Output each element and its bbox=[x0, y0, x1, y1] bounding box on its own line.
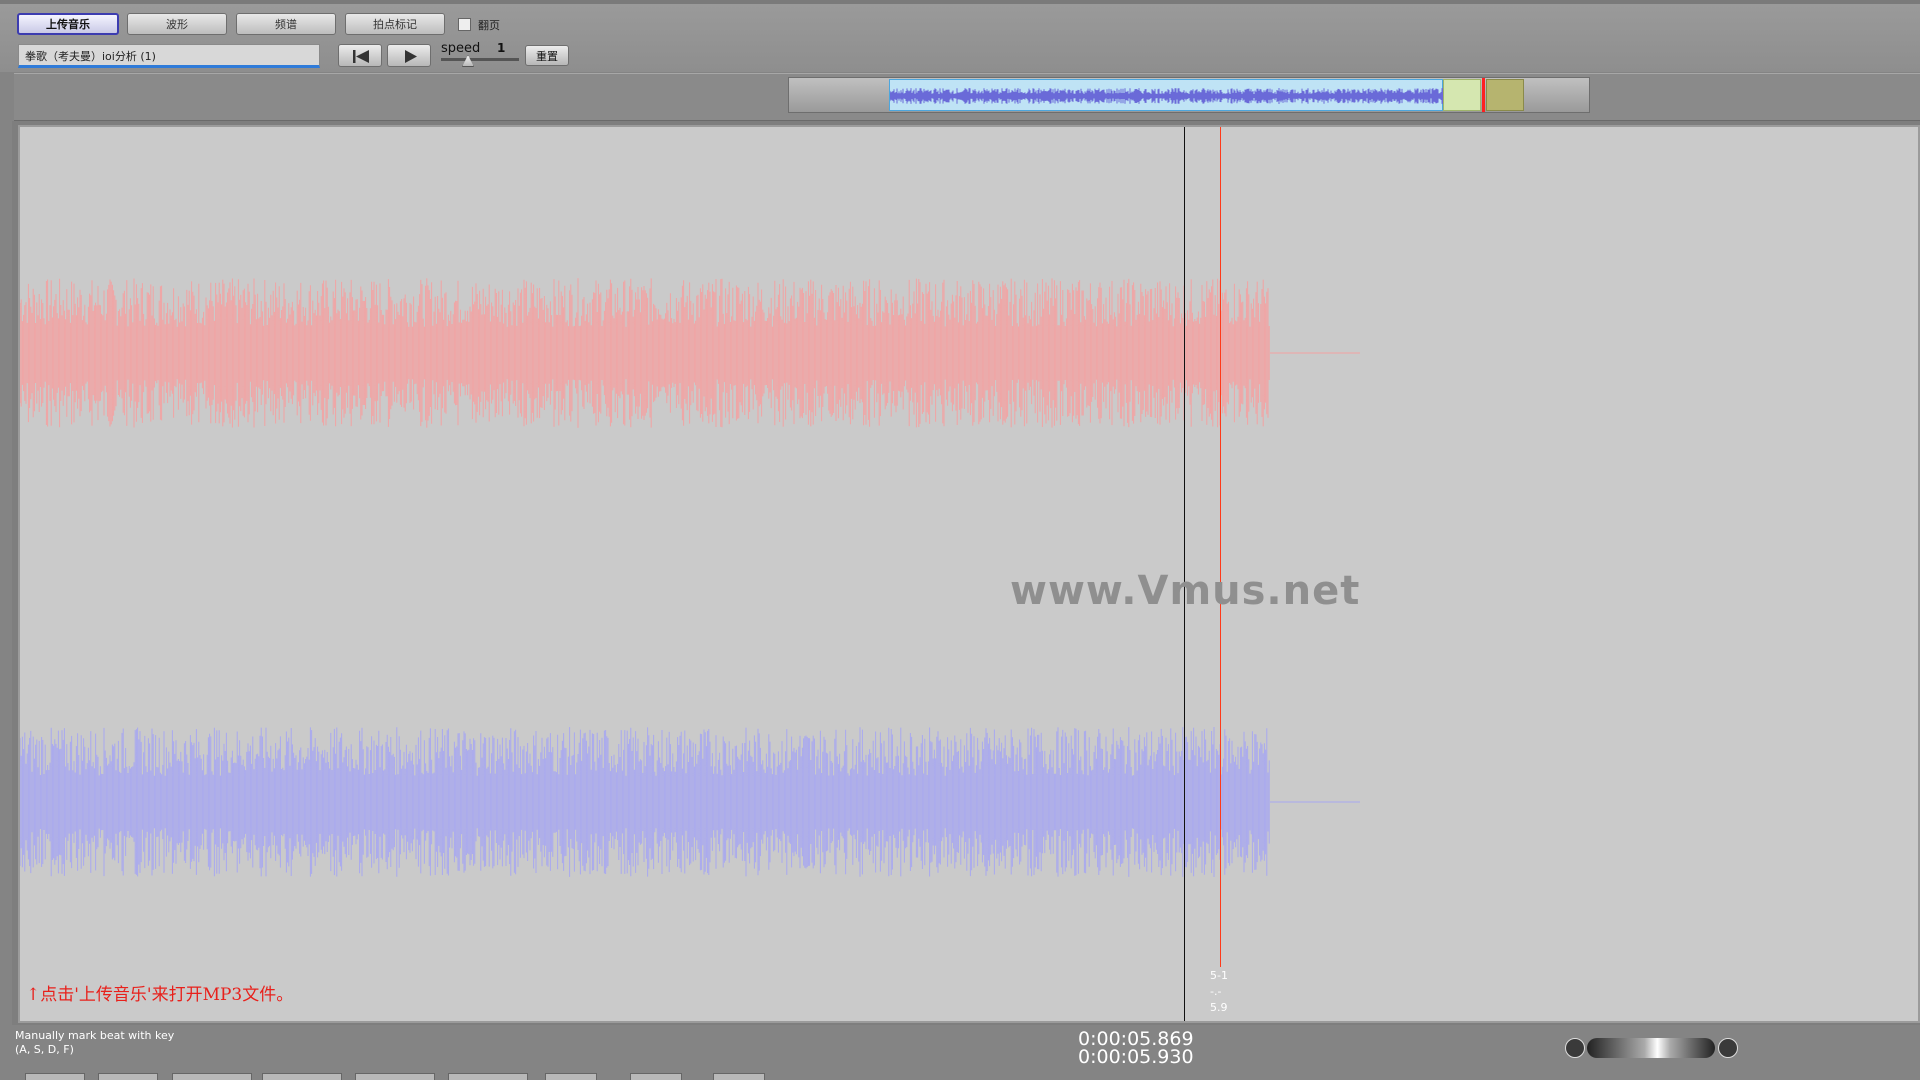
speed-label: speed bbox=[441, 41, 481, 56]
play-icon bbox=[405, 50, 417, 63]
speed-slider-track[interactable] bbox=[441, 58, 519, 61]
spectrum-button[interactable]: 频谱 bbox=[236, 13, 336, 35]
waveform-button[interactable]: 波形 bbox=[127, 13, 227, 35]
beat-time: 0:00:05.930 bbox=[1078, 1046, 1194, 1068]
bottom-tab[interactable] bbox=[448, 1073, 528, 1080]
beat-label-time: 5.9 bbox=[1210, 1001, 1228, 1014]
bottom-tab[interactable] bbox=[713, 1073, 765, 1080]
overview-waveform bbox=[889, 88, 1444, 104]
zoom-in-icon[interactable] bbox=[1718, 1038, 1738, 1058]
page-flip-checkbox[interactable] bbox=[458, 18, 471, 31]
overview-highlight-second bbox=[1486, 79, 1524, 111]
beat-mark-button[interactable]: 拍点标记 bbox=[345, 13, 445, 35]
waveform-canvas[interactable] bbox=[18, 125, 1920, 1023]
bottom-tab[interactable] bbox=[355, 1073, 435, 1080]
skip-to-start-button[interactable] bbox=[338, 44, 382, 67]
manual-line-1: Manually mark beat with key bbox=[15, 1029, 175, 1042]
zoom-out-icon[interactable] bbox=[1565, 1038, 1585, 1058]
manual-line-2: (A, S, D, F) bbox=[15, 1043, 74, 1056]
watermark: www.Vmus.net bbox=[1010, 568, 1361, 614]
bottom-tab[interactable] bbox=[25, 1073, 85, 1080]
bottom-tab[interactable] bbox=[545, 1073, 597, 1080]
zoom-slider[interactable] bbox=[1587, 1038, 1715, 1058]
bottom-tab[interactable] bbox=[630, 1073, 682, 1080]
beat-label-index: 5-1 bbox=[1210, 969, 1228, 982]
speed-slider-thumb[interactable] bbox=[462, 55, 474, 67]
bottom-tab[interactable] bbox=[172, 1073, 252, 1080]
overview-highlight bbox=[1443, 79, 1481, 111]
manual-mark-instructions: Manually mark beat with key (A, S, D, F) bbox=[15, 1029, 174, 1057]
beat-label-sep: -.- bbox=[1210, 985, 1222, 998]
waveform-svg bbox=[20, 278, 1360, 877]
upload-music-button[interactable]: 上传音乐 bbox=[17, 13, 119, 35]
bottom-tab[interactable] bbox=[262, 1073, 342, 1080]
bottom-tab[interactable] bbox=[98, 1073, 158, 1080]
top-toolbar: 上传音乐 波形 频谱 拍点标记 翻页 拳歌（考夫曼）ioi分析 (1) spee… bbox=[0, 0, 1920, 72]
beat-marker-line[interactable] bbox=[1220, 127, 1221, 967]
skip-back-icon bbox=[353, 50, 369, 63]
play-button[interactable] bbox=[387, 44, 431, 67]
overview-cursor[interactable] bbox=[1482, 78, 1485, 112]
overview-selection[interactable] bbox=[889, 79, 1444, 111]
upload-hint: ↑点击'上传音乐'来打开MP3文件。 bbox=[26, 985, 294, 1005]
speed-value: 1 bbox=[497, 41, 506, 55]
reset-button[interactable]: 重置 bbox=[525, 45, 569, 66]
page-flip-label: 翻页 bbox=[478, 19, 500, 32]
file-name-field[interactable]: 拳歌（考夫曼）ioi分析 (1) bbox=[18, 44, 320, 68]
